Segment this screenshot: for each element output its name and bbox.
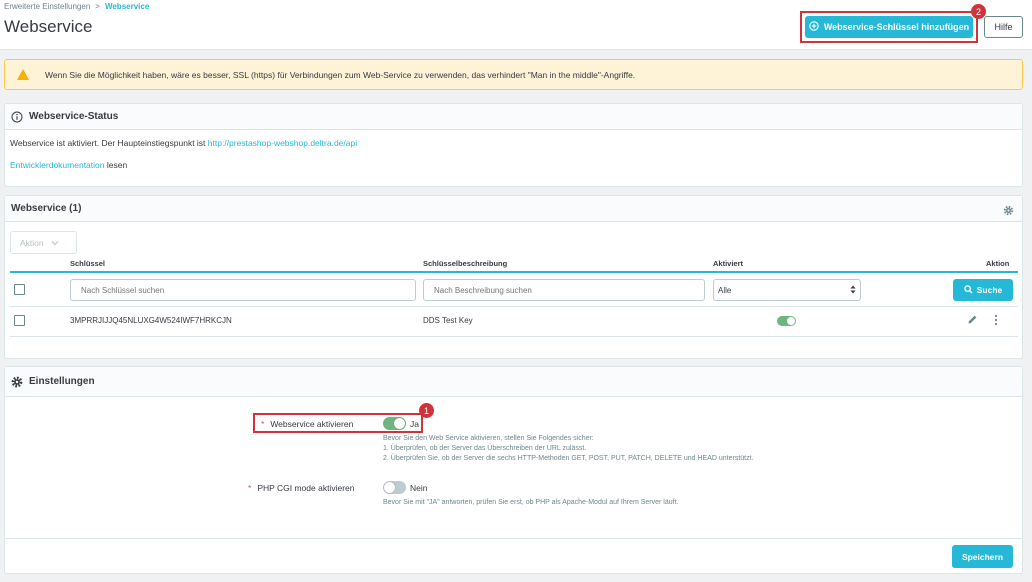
developer-docs-link[interactable]: Entwicklerdokumentation [10,160,105,170]
webservice-enable-label-text: Webservice aktivieren [270,419,354,429]
search-button[interactable]: Suche [953,279,1013,301]
settings-card-header: Einstellungen [5,367,1022,397]
column-header-enabled[interactable]: Aktiviert [713,259,743,268]
filter-enabled-select[interactable]: Alle [713,279,861,301]
search-icon [964,284,973,296]
switch-knob [394,418,405,429]
list-card-title: Webservice (1) [11,203,82,214]
more-vertical-icon[interactable] [993,314,999,328]
status-line: Webservice ist aktiviert. Der Haupteinst… [10,138,357,148]
api-endpoint-link[interactable]: http://prestashop-webshop.deltra.de/api [208,138,357,148]
page-title: Webservice [4,17,93,36]
column-header-description[interactable]: Schlüsselbeschreibung [423,259,507,268]
breadcrumb: Erweiterte Einstellungen > Webservice [4,2,149,11]
edit-icon[interactable] [967,314,978,327]
docs-line-suffix: lesen [104,160,128,170]
filter-row-divider [10,306,1018,307]
settings-footer-divider [5,538,1022,539]
list-card-header: Webservice (1) [5,196,1022,222]
webservice-list-card: Webservice (1) Aktion Schlüssel Schlüsse… [4,195,1023,359]
row-enabled-toggle[interactable] [777,316,796,326]
bulk-action-dropdown[interactable]: Aktion [10,231,77,254]
info-icon [11,111,23,123]
gear-icon[interactable] [1003,205,1014,218]
status-card-title: Webservice-Status [29,111,119,122]
row-key: 3MPRRJIJJQ45NLUXG4W524IWF7HRKCJN [70,316,232,325]
docs-line: Entwicklerdokumentation lesen [10,160,127,170]
filter-key-input[interactable] [70,279,416,301]
callout-badge-1: 1 [419,403,434,418]
cgi-mode-label-text: PHP CGI mode aktivieren [257,483,355,493]
plus-circle-icon [809,21,819,33]
webservice-help-text: Bevor Sie den Web Service aktivieren, st… [383,434,754,464]
sort-icon [850,285,856,296]
filter-enabled-value: Alle [718,285,732,295]
warning-icon [17,69,29,80]
status-card-header: Webservice-Status [5,104,1022,130]
status-line-text: Webservice ist aktiviert. Der Haupteinst… [10,138,208,148]
cgi-mode-label: * PHP CGI mode aktivieren [248,483,354,493]
webservice-enable-label: * Webservice aktivieren [261,419,353,429]
chevron-down-icon [51,238,59,248]
settings-card: Einstellungen * Webservice aktivieren Ja … [4,366,1023,574]
page-header: Erweiterte Einstellungen > Webservice Webs… [0,0,1032,50]
add-webservice-key-label: Webservice-Schlüssel hinzufügen [823,22,970,32]
webservice-enable-state: Ja [410,419,419,429]
cgi-mode-state: Nein [410,483,428,493]
add-webservice-key-button[interactable]: Webservice-Schlüssel hinzufügen [805,16,973,38]
row-description: DDS Test Key [423,316,473,325]
row-checkbox[interactable] [14,315,25,326]
ssl-warning-alert: Wenn Sie die Möglichkeit haben, wäre es … [4,59,1023,90]
webservice-help-line-1: Bevor Sie den Web Service aktivieren, st… [383,435,594,442]
row-divider [10,336,1018,337]
cgi-mode-switch[interactable] [383,481,406,494]
breadcrumb-parent[interactable]: Erweiterte Einstellungen [4,2,90,11]
required-marker: * [261,419,265,429]
settings-card-title: Einstellungen [29,376,95,387]
column-header-action: Aktion [986,259,1010,268]
gear-icon [11,376,23,388]
table-header-divider [10,271,1018,273]
bulk-action-label: Aktion [20,237,44,248]
breadcrumb-current[interactable]: Webservice [105,2,149,11]
alert-text: Wenn Sie die Möglichkeit haben, wäre es … [45,69,636,80]
select-all-checkbox[interactable] [14,284,25,295]
breadcrumb-separator: > [95,2,100,11]
required-marker: * [248,483,252,493]
webservice-enable-switch[interactable] [383,417,406,430]
search-button-label: Suche [976,285,1003,295]
webservice-help-line-2: 1. Überprüfen, ob der Server das Übersch… [383,445,587,452]
webservice-status-card: Webservice-Status Webservice ist aktivie… [4,103,1023,187]
column-header-key[interactable]: Schlüssel [70,259,105,268]
switch-knob [384,482,395,493]
filter-description-input[interactable] [423,279,705,301]
webservice-help-line-3: 2. Überprüfen Sie, ob der Server die sec… [383,455,754,462]
help-button[interactable]: Hilfe [984,16,1023,38]
cgi-mode-help-text: Bevor Sie mit "JA" antworten, prüfen Sie… [383,499,679,506]
save-button[interactable]: Speichern [952,545,1013,568]
